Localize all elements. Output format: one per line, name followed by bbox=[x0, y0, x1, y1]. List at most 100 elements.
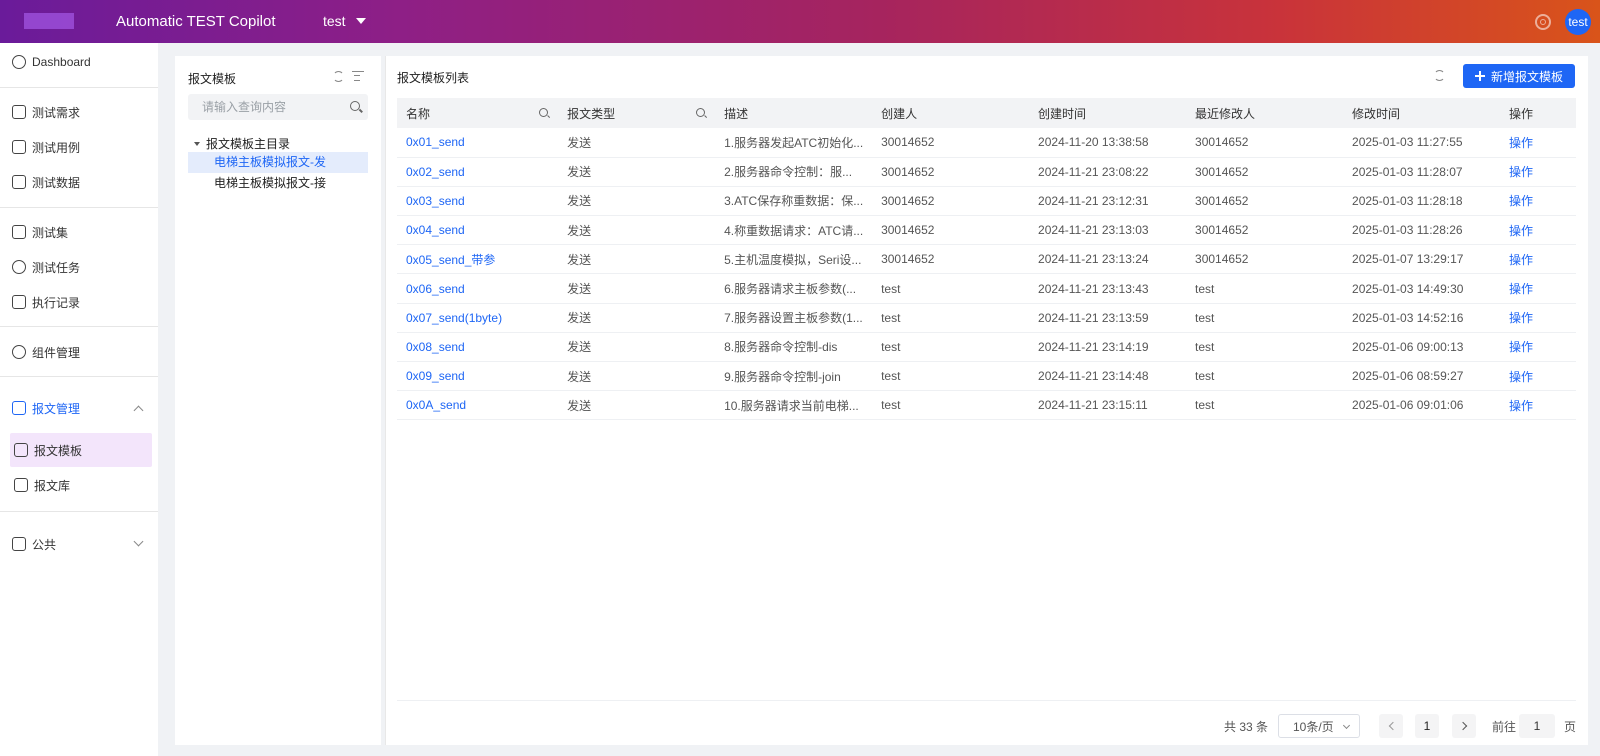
creator-cell: 30014652 bbox=[872, 215, 1030, 246]
table-row: 0x02_send 发送 2.服务器命令控制：服... 30014652 2024-11… bbox=[397, 157, 1576, 187]
action-link[interactable]: 操作 bbox=[1500, 215, 1576, 246]
modifier-cell: 30014652 bbox=[1186, 128, 1344, 158]
layers-icon bbox=[12, 225, 26, 239]
prev-page-button[interactable] bbox=[1379, 714, 1403, 738]
template-name-link[interactable]: 0x0A_send bbox=[397, 390, 559, 421]
sidebar-item-message-templates[interactable]: 报文模板 bbox=[10, 433, 152, 467]
created-time-cell: 2024-11-21 23:08:22 bbox=[1029, 157, 1187, 187]
sidebar: Dashboard 测试需求 测试用例 测试数据 测试集 测试任务 执行记录 组… bbox=[0, 43, 158, 756]
next-page-button[interactable] bbox=[1452, 714, 1476, 738]
description-cell: 3.ATC保存称重数据：保... bbox=[715, 186, 873, 217]
sidebar-item-test-data[interactable]: 测试数据 bbox=[10, 165, 152, 199]
tree-root-node[interactable]: 报文模板主目录 bbox=[194, 135, 290, 152]
table-row: 0x01_send 发送 1.服务器发起ATC初始化... 30014652 2024-… bbox=[397, 128, 1576, 158]
template-name-link[interactable]: 0x06_send bbox=[397, 273, 559, 304]
tree-node[interactable]: 电梯主板模拟报文-接 bbox=[188, 173, 368, 194]
search-icon[interactable] bbox=[539, 108, 549, 117]
template-name-link[interactable]: 0x05_send_带参 bbox=[397, 244, 559, 275]
sidebar-item-components[interactable]: 组件管理 bbox=[10, 335, 152, 369]
action-link[interactable]: 操作 bbox=[1500, 273, 1576, 304]
message-type-cell: 发送 bbox=[558, 303, 716, 333]
action-link[interactable]: 操作 bbox=[1500, 157, 1576, 187]
page-number[interactable]: 1 bbox=[1415, 714, 1439, 738]
created-time-cell: 2024-11-21 23:13:43 bbox=[1029, 273, 1187, 304]
template-name-link[interactable]: 0x04_send bbox=[397, 215, 559, 246]
avatar[interactable]: test bbox=[1565, 9, 1591, 35]
tree-search-input[interactable] bbox=[202, 100, 342, 114]
template-tree-panel: 报文模板 报文模板主目录 电梯主板模拟报文-发 电梯主板模拟报文-接 bbox=[175, 56, 381, 745]
divider bbox=[0, 511, 158, 512]
sidebar-item-label: 测试数据 bbox=[32, 175, 81, 190]
table-row: 0x05_send_带参 发送 5.主机温度模拟，Seri设... 30014652 2… bbox=[397, 244, 1576, 275]
grid-icon bbox=[12, 537, 26, 551]
column-header: 操作 bbox=[1500, 98, 1576, 128]
sidebar-item-test-requirements[interactable]: 测试需求 bbox=[10, 95, 152, 129]
sidebar-group-public[interactable]: 公共 bbox=[10, 527, 152, 561]
table-header-row: 名称 报文类型 描述 创建人 创建时间 最近修改人 修改时间 操作 bbox=[397, 98, 1576, 128]
modified-time-cell: 2025-01-03 11:27:55 bbox=[1343, 128, 1500, 158]
action-link[interactable]: 操作 bbox=[1500, 303, 1576, 333]
goto-page-input[interactable] bbox=[1519, 714, 1555, 738]
modified-time-cell: 2025-01-07 13:29:17 bbox=[1343, 244, 1500, 275]
sidebar-item-test-sets[interactable]: 测试集 bbox=[10, 215, 152, 249]
chevron-down-icon bbox=[133, 536, 144, 547]
sidebar-item-test-cases[interactable]: 测试用例 bbox=[10, 130, 152, 164]
template-name-link[interactable]: 0x02_send bbox=[397, 157, 559, 187]
refresh-icon[interactable] bbox=[333, 71, 344, 82]
case-icon bbox=[12, 140, 26, 154]
sidebar-item-label: 测试任务 bbox=[32, 260, 81, 275]
timer-icon bbox=[12, 260, 26, 274]
app-title: Automatic TEST Copilot bbox=[116, 13, 276, 30]
action-link[interactable]: 操作 bbox=[1500, 390, 1576, 421]
template-name-link[interactable]: 0x09_send bbox=[397, 361, 559, 392]
action-link[interactable]: 操作 bbox=[1500, 186, 1576, 217]
refresh-icon[interactable] bbox=[1434, 70, 1445, 81]
modified-time-cell: 2025-01-06 09:01:06 bbox=[1343, 390, 1500, 421]
sidebar-item-label: 报文库 bbox=[34, 478, 71, 493]
template-name-link[interactable]: 0x08_send bbox=[397, 332, 559, 363]
action-link[interactable]: 操作 bbox=[1500, 332, 1576, 363]
created-time-cell: 2024-11-21 23:14:19 bbox=[1029, 332, 1187, 363]
sidebar-item-dashboard[interactable]: Dashboard bbox=[10, 45, 152, 79]
column-header: 描述 bbox=[715, 98, 873, 128]
logo bbox=[24, 13, 74, 29]
modifier-cell: test bbox=[1186, 303, 1344, 333]
action-link[interactable]: 操作 bbox=[1500, 128, 1576, 158]
chevron-right-icon bbox=[1458, 721, 1467, 731]
component-icon bbox=[12, 345, 26, 359]
sidebar-item-label: 组件管理 bbox=[32, 345, 81, 360]
goto-label: 前往 bbox=[1492, 719, 1517, 734]
sidebar-item-test-tasks[interactable]: 测试任务 bbox=[10, 250, 152, 284]
divider bbox=[0, 376, 158, 377]
search-icon[interactable] bbox=[696, 108, 706, 117]
sidebar-group-message-management[interactable]: 报文管理 bbox=[10, 391, 152, 425]
project-selector[interactable]: test bbox=[323, 13, 366, 29]
page-size-select[interactable]: 10条/页 bbox=[1278, 714, 1360, 738]
search-icon[interactable] bbox=[350, 101, 360, 111]
template-name-link[interactable]: 0x07_send(1byte) bbox=[397, 303, 559, 333]
settings-icon[interactable] bbox=[1535, 14, 1551, 30]
column-header: 报文类型 bbox=[558, 98, 716, 128]
modified-time-cell: 2025-01-03 14:49:30 bbox=[1343, 273, 1500, 304]
caret-down-icon[interactable] bbox=[194, 141, 200, 146]
tree-node[interactable]: 电梯主板模拟报文-发 bbox=[188, 152, 368, 173]
template-name-link[interactable]: 0x01_send bbox=[397, 128, 559, 158]
tree-tools bbox=[333, 71, 364, 82]
tree-search bbox=[188, 94, 368, 120]
collapse-icon[interactable] bbox=[352, 71, 364, 82]
action-link[interactable]: 操作 bbox=[1500, 361, 1576, 392]
chevron-left-icon bbox=[1388, 721, 1397, 731]
template-name-link[interactable]: 0x03_send bbox=[397, 186, 559, 217]
column-header: 名称 bbox=[397, 98, 559, 128]
add-template-button[interactable]: 新增报文模板 bbox=[1463, 64, 1575, 88]
divider bbox=[397, 700, 1576, 701]
description-cell: 10.服务器请求当前电梯... bbox=[715, 390, 873, 421]
action-link[interactable]: 操作 bbox=[1500, 244, 1576, 275]
table-row: 0x0A_send 发送 10.服务器请求当前电梯... test 2024-11-21… bbox=[397, 390, 1576, 421]
sidebar-item-execution-records[interactable]: 执行记录 bbox=[10, 285, 152, 319]
modifier-cell: test bbox=[1186, 361, 1344, 392]
sidebar-item-message-library[interactable]: 报文库 bbox=[10, 468, 152, 502]
modifier-cell: 30014652 bbox=[1186, 244, 1344, 275]
sidebar-item-label: 报文模板 bbox=[34, 443, 83, 458]
table-row: 0x07_send(1byte) 发送 7.服务器设置主板参数(1... test 20… bbox=[397, 303, 1576, 333]
